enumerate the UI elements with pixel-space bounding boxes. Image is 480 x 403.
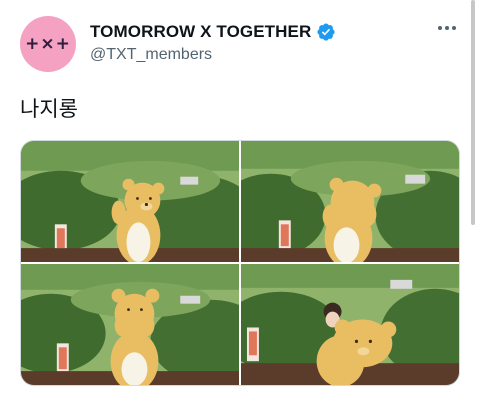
photo-1-image [21, 141, 239, 262]
name-row: TOMORROW X TOGETHER [90, 20, 336, 44]
media-photo-2[interactable] [241, 141, 459, 262]
photo-2-image [241, 141, 459, 262]
tweet-header: TOMORROW X TOGETHER @TXT_members [90, 20, 336, 64]
dot [438, 26, 442, 30]
tweet-card: +×+ TOMORROW X TOGETHER @TXT_members 나지롱 [0, 0, 480, 403]
tweet-text: 나지롱 [20, 98, 78, 121]
media-photo-4[interactable] [241, 264, 459, 385]
dot [452, 26, 456, 30]
display-name[interactable]: TOMORROW X TOGETHER [90, 22, 311, 42]
avatar[interactable]: +×+ [20, 16, 76, 72]
avatar-logo: +×+ [25, 34, 71, 54]
photo-4-image [241, 264, 459, 385]
handle[interactable]: @TXT_members [90, 46, 336, 64]
media-photo-1[interactable] [21, 141, 239, 262]
media-photo-3[interactable] [21, 264, 239, 385]
more-options-icon[interactable] [438, 26, 456, 30]
scrollbar[interactable] [471, 0, 475, 225]
photo-3-image [21, 264, 239, 385]
dot [445, 26, 449, 30]
media-grid [20, 140, 460, 386]
verified-badge-icon [317, 23, 335, 41]
